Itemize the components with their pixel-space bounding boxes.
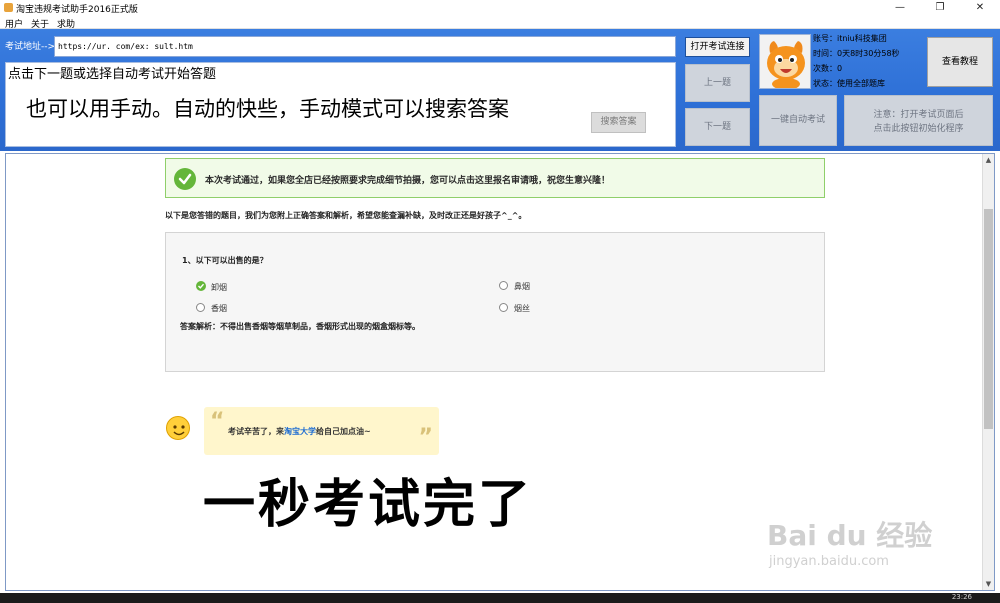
url-label: 考试地址--> xyxy=(5,42,56,52)
question-display: 点击下一题或选择自动考试开始答题 也可以用手动。自动的快些，手动模式可以搜索答案… xyxy=(5,62,676,147)
account-name: 账号：itniu科技集团 xyxy=(813,34,887,43)
search-answer-button[interactable]: 搜索答案 xyxy=(591,112,646,133)
note-line-1: 注意：打开考试页面后 xyxy=(873,110,964,120)
open-exam-button[interactable]: 打开考试连接 xyxy=(685,37,750,57)
option-c[interactable]: 香烟 xyxy=(196,303,227,314)
scroll-thumb[interactable] xyxy=(984,209,993,429)
option-a[interactable]: 卸烟 xyxy=(196,281,227,293)
answer-analysis: 答案解析：不得出售香烟等烟草制品，香烟形式出现的烟盒烟标等。 xyxy=(180,322,420,331)
taskbar: 23:26 xyxy=(0,593,1000,603)
view-tutorial-button[interactable]: 查看教程 xyxy=(927,37,993,87)
success-message: 本次考试通过，如果您全店已经按照要求完成细节拍摄，您可以点击这里报名审请哦，祝您… xyxy=(205,176,611,186)
checked-icon xyxy=(196,281,206,291)
annotation-text: 也可以用手动。自动的快些，手动模式可以搜索答案 xyxy=(26,97,509,121)
auto-exam-button[interactable]: 一键自动考试 xyxy=(759,95,837,146)
exam-url-input[interactable]: https://ur. com/ex: sult.htm xyxy=(54,36,676,57)
question-card: 1、以下可以出售的是？ 卸烟 鼻烟 香烟 烟丝 答案解析：不得出售香烟等烟草制品… xyxy=(165,232,825,372)
title-bar: 淘宝违规考试助手2016正式版 — ❐ ✕ xyxy=(0,0,1000,15)
window-title: 淘宝违规考试助手2016正式版 xyxy=(16,5,138,15)
scroll-up-icon[interactable]: ▲ xyxy=(983,154,994,166)
radio-icon xyxy=(499,281,508,290)
option-label: 香烟 xyxy=(211,304,227,313)
option-b[interactable]: 鼻烟 xyxy=(499,281,530,292)
radio-icon xyxy=(499,303,508,312)
wrong-answers-intro: 以下是您答错的题目，我们为您附上正确答案和解析，希望您能查漏补缺，及时改正还是好… xyxy=(165,211,527,220)
radio-icon xyxy=(196,303,205,312)
watermark-logo: Bai du 经验 xyxy=(767,519,933,552)
check-circle-icon xyxy=(174,168,196,190)
maximize-button[interactable]: ❐ xyxy=(920,0,960,15)
control-panel: 考试地址--> https://ur. com/ex: sult.htm 点击下… xyxy=(0,29,1000,151)
avatar xyxy=(759,34,811,89)
status-text: 状态：使用全部题库 xyxy=(813,79,885,88)
smiley-icon xyxy=(166,416,190,440)
attempt-count: 次数：0 xyxy=(813,64,843,73)
menu-bar: 用户 关于 求助 xyxy=(0,15,1000,30)
encourage-bubble: “ 考试辛苦了，来淘宝大学给自己加点油~ ” xyxy=(204,407,439,455)
question-hint: 点击下一题或选择自动考试开始答题 xyxy=(8,67,217,82)
option-label: 鼻烟 xyxy=(514,282,530,291)
app-icon xyxy=(4,3,13,12)
prev-question-button[interactable]: 上一题 xyxy=(685,64,750,102)
success-banner[interactable]: 本次考试通过，如果您全店已经按照要求完成细节拍摄，您可以点击这里报名审请哦，祝您… xyxy=(165,158,825,198)
init-program-button[interactable]: 注意：打开考试页面后 点击此按钮初始化程序 xyxy=(844,95,993,146)
baidu-watermark: Bai du 经验 jingyan.baidu.com xyxy=(767,514,947,579)
question-title: 1、以下可以出售的是？ xyxy=(182,256,268,265)
note-line-2: 点击此按钮初始化程序 xyxy=(873,124,964,134)
option-d[interactable]: 烟丝 xyxy=(499,303,530,314)
annotation-big-text: 一秒考试完了 xyxy=(203,475,534,535)
minimize-button[interactable]: — xyxy=(880,0,920,15)
quote-close-icon: ” xyxy=(418,425,433,450)
close-button[interactable]: ✕ xyxy=(960,0,1000,15)
watermark-url: jingyan.baidu.com xyxy=(769,554,889,569)
option-label: 烟丝 xyxy=(514,304,530,313)
quote-open-icon: “ xyxy=(210,409,225,434)
page-scrollbar[interactable]: ▲ ▼ xyxy=(982,154,994,590)
mascot-icon xyxy=(760,35,810,88)
taobao-university-link[interactable]: 淘宝大学 xyxy=(284,427,316,436)
option-label: 卸烟 xyxy=(211,283,227,292)
elapsed-time: 时间：0天8时30分58秒 xyxy=(813,49,900,58)
scroll-down-icon[interactable]: ▼ xyxy=(983,578,994,590)
taskbar-clock: 23:26 xyxy=(951,593,972,601)
next-question-button[interactable]: 下一题 xyxy=(685,108,750,146)
encourage-text: 考试辛苦了，来淘宝大学给自己加点油~ xyxy=(228,427,371,436)
